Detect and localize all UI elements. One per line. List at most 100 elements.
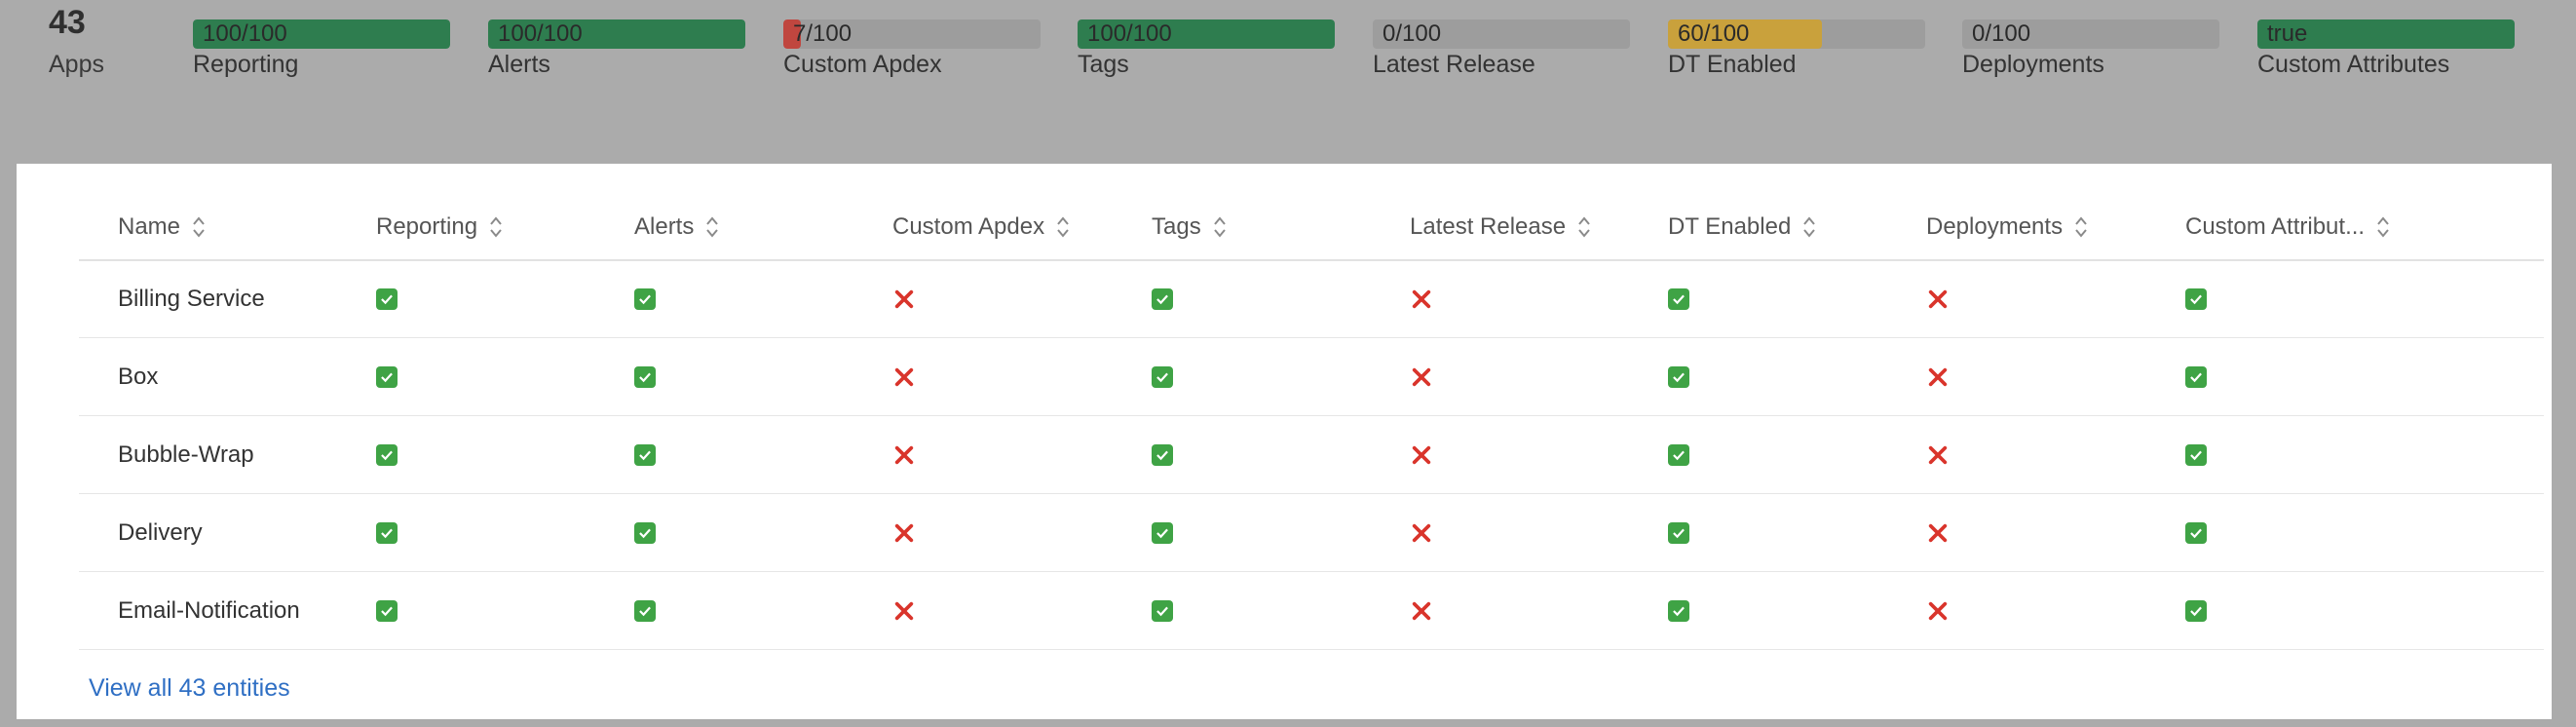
column-header-label: Custom Attribut... (2185, 213, 2366, 240)
check-icon (2185, 288, 2207, 310)
table-row[interactable]: Delivery (79, 495, 2544, 572)
status-cell (1668, 339, 1689, 415)
sort-icon[interactable] (1577, 213, 1591, 241)
table-row[interactable]: Bubble-Wrap (79, 417, 2544, 494)
column-header-reporting[interactable]: Reporting (376, 195, 503, 259)
check-icon (1668, 522, 1689, 544)
entity-name[interactable]: Box (118, 339, 158, 415)
status-cell (1152, 495, 1173, 571)
column-header-latest-release[interactable]: Latest Release (1410, 195, 1591, 259)
status-cell (1410, 261, 1433, 337)
progress-value: 0/100 (1383, 20, 1442, 47)
column-header-label: Custom Apdex (892, 213, 1045, 240)
sort-icon[interactable] (2074, 213, 2088, 241)
status-cell (376, 417, 398, 493)
metric-dt-enabled: 60/100 DT Enabled (1668, 19, 1925, 79)
status-cell (1926, 339, 1950, 415)
check-icon (1668, 288, 1689, 310)
progress-bar: 100/100 (488, 19, 745, 49)
sort-icon[interactable] (192, 213, 206, 241)
cross-icon (1410, 287, 1433, 311)
apps-label: Apps (49, 51, 104, 78)
status-cell (1926, 261, 1950, 337)
view-all-entities-link[interactable]: View all 43 entities (89, 674, 290, 703)
check-icon (634, 600, 656, 622)
table-row[interactable]: Box (79, 339, 2544, 416)
check-icon (1152, 366, 1173, 388)
status-cell (1152, 261, 1173, 337)
check-icon (376, 288, 398, 310)
check-icon (2185, 600, 2207, 622)
sort-icon[interactable] (2376, 213, 2390, 241)
check-icon (1668, 366, 1689, 388)
status-cell (1410, 573, 1433, 649)
check-icon (1668, 444, 1689, 466)
sort-icon[interactable] (1802, 213, 1816, 241)
cross-icon (1926, 599, 1950, 623)
cross-icon (1410, 599, 1433, 623)
progress-value: 100/100 (203, 20, 287, 47)
progress-bar: 0/100 (1373, 19, 1630, 49)
cross-icon (892, 521, 916, 545)
progress-bar: 100/100 (1078, 19, 1335, 49)
sort-icon[interactable] (489, 213, 503, 241)
check-icon (1152, 522, 1173, 544)
status-cell (376, 261, 398, 337)
entity-name[interactable]: Billing Service (118, 261, 265, 337)
sort-icon[interactable] (1056, 213, 1070, 241)
column-header-custom-apdex[interactable]: Custom Apdex (892, 195, 1070, 259)
check-icon (1152, 444, 1173, 466)
metric-custom-apdex: 7/100 Custom Apdex (783, 19, 1041, 79)
progress-value: 60/100 (1678, 20, 1750, 47)
table-header: Name Reporting Alerts Custom Apdex Tags Lates… (79, 195, 2544, 261)
check-icon (634, 522, 656, 544)
progress-value: 100/100 (498, 20, 583, 47)
progress-bar: 0/100 (1962, 19, 2219, 49)
check-icon (1668, 600, 1689, 622)
status-cell (892, 495, 916, 571)
column-header-deployments[interactable]: Deployments (1926, 195, 2088, 259)
column-header-label: DT Enabled (1668, 213, 1792, 240)
column-header-alerts[interactable]: Alerts (634, 195, 719, 259)
entity-name[interactable]: Bubble-Wrap (118, 417, 254, 493)
column-header-custom-attribut[interactable]: Custom Attribut... (2185, 195, 2390, 259)
metric-label: Deployments (1962, 51, 2104, 78)
check-icon (634, 288, 656, 310)
status-cell (2185, 261, 2207, 337)
metric-label: Custom Apdex (783, 51, 942, 78)
column-header-dt-enabled[interactable]: DT Enabled (1668, 195, 1816, 259)
sort-icon[interactable] (705, 213, 719, 241)
status-cell (376, 573, 398, 649)
column-header-tags[interactable]: Tags (1152, 195, 1227, 259)
status-cell (634, 417, 656, 493)
metric-label: Latest Release (1373, 51, 1535, 78)
entity-name[interactable]: Email-Notification (118, 573, 300, 649)
sort-icon[interactable] (1213, 213, 1227, 241)
metric-tags: 100/100 Tags (1078, 19, 1335, 79)
column-header-name[interactable]: Name (118, 195, 206, 259)
check-icon (376, 522, 398, 544)
status-cell (1668, 417, 1689, 493)
progress-value: 100/100 (1087, 20, 1172, 47)
status-cell (1152, 339, 1173, 415)
progress-bar: 7/100 (783, 19, 1041, 49)
entity-name[interactable]: Delivery (118, 495, 203, 571)
metric-label: Custom Attributes (2257, 51, 2450, 78)
table-row[interactable]: Email-Notification (79, 573, 2544, 650)
status-cell (634, 261, 656, 337)
status-cell (2185, 573, 2207, 649)
status-cell (1668, 261, 1689, 337)
cross-icon (1926, 521, 1950, 545)
metric-reporting: 100/100 Reporting (193, 19, 450, 79)
metric-label: Reporting (193, 51, 299, 78)
cross-icon (1410, 365, 1433, 389)
status-cell (634, 573, 656, 649)
table-row[interactable]: Billing Service (79, 261, 2544, 338)
status-cell (1152, 573, 1173, 649)
summary-bar: 43 Apps 100/100 Reporting 100/100 Alerts 7/1… (0, 0, 2576, 164)
status-cell (892, 261, 916, 337)
column-header-label: Deployments (1926, 213, 2064, 240)
status-cell (634, 339, 656, 415)
check-icon (2185, 522, 2207, 544)
status-cell (1410, 339, 1433, 415)
